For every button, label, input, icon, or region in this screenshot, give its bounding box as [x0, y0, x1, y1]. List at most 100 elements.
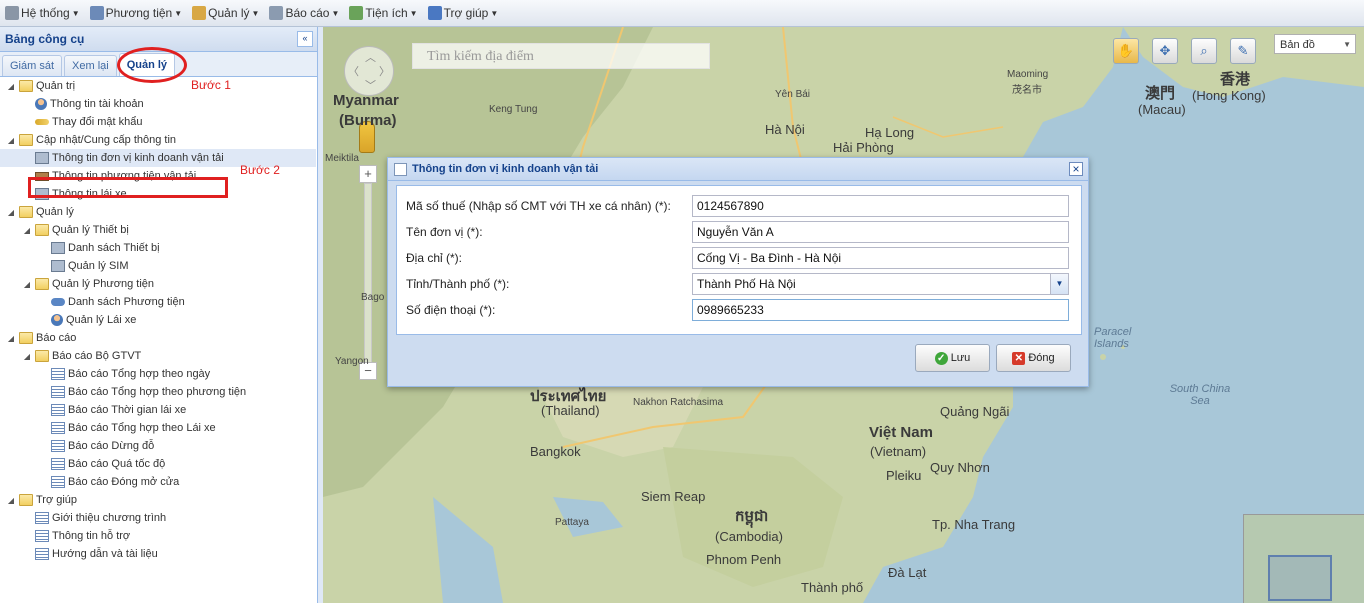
close-button[interactable]: ✕ Đóng — [996, 344, 1071, 372]
menu-utilities[interactable]: Tiện ích ▼ — [344, 1, 422, 25]
map-label-bago: Bago — [361, 292, 385, 303]
tree-item[interactable]: Hướng dẫn và tài liệu — [0, 545, 316, 563]
menu-label: Tiện ích — [365, 6, 408, 20]
expand-toggle-icon[interactable]: ◢ — [6, 208, 16, 217]
map-label-pleiku: Pleiku — [886, 468, 922, 483]
map-label-phnompenh: Phnom Penh — [706, 552, 782, 567]
tree-item[interactable]: Báo cáo Tổng hợp theo ngày — [0, 365, 316, 383]
tree-item-label: Báo cáo Bộ GTVT — [52, 350, 142, 362]
report-icon — [51, 368, 65, 380]
expand-toggle-icon[interactable]: ◢ — [6, 136, 16, 145]
tree-item[interactable]: Quản lý SIM — [0, 257, 316, 275]
tree-item[interactable]: Thay đổi mật khẩu — [0, 113, 316, 131]
draw-tool-button[interactable]: ✎ — [1230, 38, 1256, 64]
chevron-down-icon: ▼ — [331, 8, 340, 18]
tree-item-label: Báo cáo Tổng hợp theo phương tiện — [68, 386, 247, 398]
tree-item[interactable]: Thông tin lái xe — [0, 185, 316, 203]
chevron-down-icon: ▼ — [71, 8, 80, 18]
key-icon — [35, 119, 49, 125]
annotation-step2-label: Bước 2 — [240, 163, 280, 177]
tree-item[interactable]: Báo cáo Dừng đỗ — [0, 437, 316, 455]
tax-code-input[interactable] — [692, 195, 1069, 217]
phone-input[interactable] — [692, 299, 1069, 321]
map-label-kengtung: Keng Tung — [489, 104, 538, 115]
tree-item[interactable]: ◢ Quản lý — [0, 203, 316, 221]
map-label-haiphong: Hải Phòng — [833, 140, 894, 155]
minimap-viewport[interactable] — [1268, 555, 1332, 601]
tree-item-label: Quản lý Phương tiện — [52, 278, 155, 290]
device-icon — [35, 152, 49, 164]
address-input[interactable] — [692, 247, 1069, 269]
expand-toggle-icon[interactable]: ◢ — [22, 280, 32, 289]
menu-report[interactable]: Báo cáo ▼ — [264, 1, 344, 25]
map-label-vietnam: Việt Nam — [869, 424, 933, 441]
fit-extent-tool-button[interactable]: ✥ — [1152, 38, 1178, 64]
overview-minimap[interactable] — [1243, 514, 1364, 603]
menu-vehicle[interactable]: Phương tiện ▼ — [85, 1, 188, 25]
chevron-down-icon: ▼ — [490, 8, 499, 18]
tree-item[interactable]: Thông tin tài khoản — [0, 95, 316, 113]
expand-toggle-icon[interactable]: ◢ — [6, 82, 16, 91]
tree-item[interactable]: ◢ Quản trị — [0, 77, 316, 95]
x-icon: ✕ — [1012, 351, 1026, 365]
company-name-input[interactable] — [692, 221, 1069, 243]
tree-item[interactable]: Giới thiệu chương trình — [0, 509, 316, 527]
save-label: Lưu — [950, 352, 971, 364]
user-icon — [35, 98, 47, 110]
expand-toggle-icon[interactable]: ◢ — [6, 496, 16, 505]
zoom-search-tool-button[interactable]: ⌕ — [1191, 38, 1217, 64]
menu-box[interactable]: Quản lý ▼ — [187, 1, 264, 25]
tree-item[interactable]: Báo cáo Tổng hợp theo phương tiện — [0, 383, 316, 401]
tree-item[interactable]: ◢ Báo cáo — [0, 329, 316, 347]
expand-toggle-icon[interactable]: ◢ — [6, 334, 16, 343]
pan-right-icon[interactable]: 〉 — [379, 63, 390, 79]
tree-item[interactable]: ◢ Quản lý Phương tiện — [0, 275, 316, 293]
zoom-slider[interactable] — [364, 183, 372, 363]
expand-toggle-icon[interactable]: ◢ — [22, 226, 32, 235]
province-select[interactable]: Thành Phố Hà Nội ▼ — [692, 273, 1069, 295]
tab-giam-sat[interactable]: Giám sát — [2, 55, 63, 76]
map-label-myanmar: Myanmar — [333, 92, 399, 109]
tree-item[interactable]: Danh sách Thiết bị — [0, 239, 316, 257]
tree-item[interactable]: Quản lý Lái xe — [0, 311, 316, 329]
tree-item[interactable]: ◢ Cập nhật/Cung cấp thông tin — [0, 131, 316, 149]
map-pan-control[interactable]: ︿ 〈 〉 ﹀ — [344, 46, 394, 96]
tree-item[interactable]: ◢ Quản lý Thiết bị — [0, 221, 316, 239]
form-row-tax-code: Mã số thuế (Nhập số CMT với TH xe cá nhâ… — [406, 195, 1071, 217]
dialog-header[interactable]: Thông tin đơn vị kinh doanh vận tải — [388, 158, 1088, 181]
tree-item[interactable]: Báo cáo Đóng mở cửa — [0, 473, 316, 491]
zoom-in-button[interactable]: + — [359, 165, 377, 183]
map-search-input[interactable]: Tìm kiếm địa điểm — [412, 43, 710, 69]
chevron-down-icon[interactable]: ▼ — [1050, 274, 1068, 294]
tree-item-label: Thông tin phương tiện vận tải — [52, 170, 197, 182]
collapse-panel-button[interactable]: « — [297, 31, 313, 47]
tree-item[interactable]: Báo cáo Tổng hợp theo Lái xe — [0, 419, 316, 437]
map-label-maoming: Maoming — [1007, 69, 1049, 80]
tree-item[interactable]: Danh sách Phương tiện — [0, 293, 316, 311]
gear-icon — [5, 6, 19, 20]
dialog-close-button[interactable]: × — [1069, 162, 1083, 176]
dialog-form: Mã số thuế (Nhập số CMT với TH xe cá nhâ… — [396, 185, 1082, 335]
tree-item[interactable]: ◢ Trợ giúp — [0, 491, 316, 509]
folder-icon — [19, 134, 33, 146]
tree-item[interactable]: Thông tin hỗ trợ — [0, 527, 316, 545]
tree-item[interactable]: Báo cáo Quá tốc độ — [0, 455, 316, 473]
pan-down-icon[interactable]: ﹀ — [365, 77, 376, 93]
tree-item[interactable]: ◢ Báo cáo Bộ GTVT — [0, 347, 316, 365]
tab-xem-lai[interactable]: Xem lại — [64, 55, 117, 76]
menu-gear[interactable]: Hệ thống ▼ — [0, 1, 85, 25]
company-info-dialog: Thông tin đơn vị kinh doanh vận tải × Mã… — [387, 157, 1089, 387]
expand-toggle-icon[interactable]: ◢ — [22, 352, 32, 361]
save-button[interactable]: ✓ Lưu — [915, 344, 990, 372]
menu-help[interactable]: Trợ giúp ▼ — [423, 1, 504, 25]
map-type-select[interactable]: Bản đồ ▼ — [1274, 34, 1356, 54]
tree-item[interactable]: Báo cáo Thời gian lái xe — [0, 401, 316, 419]
form-row-phone: Số điện thoại (*): — [406, 299, 1071, 321]
tree-item-label: Giới thiệu chương trình — [52, 512, 167, 524]
pan-hand-tool-button[interactable]: ✋ — [1113, 38, 1139, 64]
tree-item-label: Thông tin lái xe — [52, 188, 127, 200]
tab-quan-ly[interactable]: Quản lý — [118, 53, 176, 76]
chevron-down-icon: ▼ — [1343, 40, 1351, 49]
pan-left-icon[interactable]: 〈 — [348, 63, 359, 79]
pan-up-icon[interactable]: ︿ — [365, 49, 376, 65]
